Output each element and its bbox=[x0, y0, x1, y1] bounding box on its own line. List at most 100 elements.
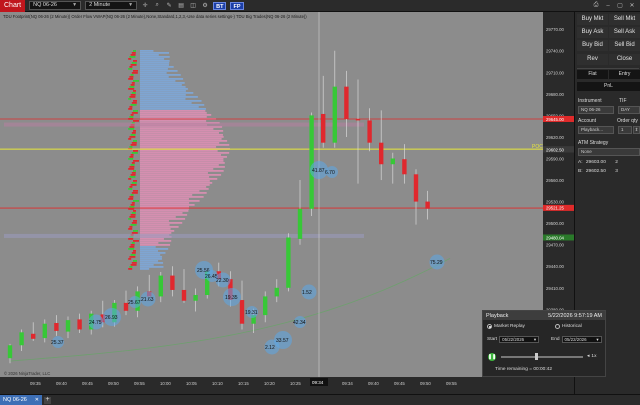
sell-ask-button[interactable]: Sell Ask bbox=[609, 27, 640, 38]
volume-profile-bar bbox=[140, 160, 224, 162]
playback-progress-thumb[interactable] bbox=[535, 353, 539, 360]
delta-bar bbox=[129, 266, 133, 268]
pause-button[interactable]: ❚❚ bbox=[488, 353, 496, 361]
template-icon[interactable]: ▤ bbox=[177, 2, 185, 10]
volume-profile-bar bbox=[140, 260, 159, 262]
volume-profile-bar bbox=[140, 140, 228, 142]
playback-header[interactable]: Playback 5/22/2026 9:57:19 AM bbox=[483, 311, 605, 320]
bt-button[interactable]: BT bbox=[213, 1, 227, 10]
zoom-icon[interactable]: ⌕ bbox=[153, 2, 161, 10]
playback-window[interactable]: Playback 5/22/2026 9:57:19 AM Market Rep… bbox=[482, 310, 606, 377]
calendar-icon[interactable]: ▾ bbox=[534, 337, 536, 342]
qty-stepper-icon[interactable]: ⇕ bbox=[633, 126, 640, 134]
delta-bar bbox=[129, 216, 136, 218]
delta-bar bbox=[130, 244, 135, 246]
reverse-button[interactable]: Rev bbox=[577, 54, 608, 65]
delta-bar bbox=[130, 254, 136, 256]
calendar-icon[interactable]: ▾ bbox=[596, 337, 598, 342]
delta-bar bbox=[130, 154, 134, 156]
instrument-selector[interactable]: NQ 06-26 ▼ bbox=[29, 1, 82, 10]
bid-label: B: bbox=[578, 169, 583, 174]
volume-profile-bar bbox=[140, 220, 169, 222]
delta-bar bbox=[130, 224, 137, 226]
volume-profile-bar bbox=[140, 62, 170, 64]
data-icon[interactable]: ◫ bbox=[189, 2, 197, 10]
volume-profile-bar bbox=[140, 78, 184, 80]
volume-profile-bar bbox=[140, 68, 168, 70]
pencil-icon[interactable]: ✎ bbox=[165, 2, 173, 10]
close-position-button[interactable]: Close bbox=[609, 54, 640, 65]
volume-profile-bar bbox=[140, 110, 206, 112]
time-axis-label: 09:45 bbox=[82, 381, 93, 386]
buy-market-button[interactable]: Buy Mkt bbox=[577, 14, 608, 25]
delta-bar bbox=[133, 140, 137, 142]
time-axis-label: 09:40 bbox=[368, 381, 379, 386]
price-axis-label: 29770.00 bbox=[546, 27, 565, 32]
big-trade-label: 33.57 bbox=[276, 338, 289, 344]
atm-strategy-label: ATM Strategy bbox=[578, 140, 609, 146]
delta-bar bbox=[130, 204, 135, 206]
delta-bar bbox=[130, 184, 137, 186]
sell-market-button[interactable]: Sell Mkt bbox=[609, 14, 640, 25]
account-select[interactable]: Playback... bbox=[578, 126, 614, 134]
vwap-line bbox=[9, 257, 451, 362]
playback-progress-track[interactable] bbox=[501, 356, 583, 358]
volume-profile-bar bbox=[140, 50, 154, 52]
sell-bid-button[interactable]: Sell Bid bbox=[609, 40, 640, 51]
volume-profile-bar bbox=[140, 200, 200, 202]
speed-control[interactable]: ◂ 1x bbox=[587, 354, 597, 359]
tab-label: NQ 06-26 bbox=[3, 397, 27, 403]
price-axis-label: 29590.00 bbox=[546, 156, 565, 161]
close-tab-icon[interactable]: ✕ bbox=[35, 395, 39, 405]
big-trade-label: 25.67 bbox=[128, 300, 141, 306]
candle-body bbox=[193, 294, 198, 301]
crosshair-icon[interactable]: ✛ bbox=[141, 2, 149, 10]
volume-profile-bar bbox=[140, 150, 218, 152]
volume-profile-bar bbox=[140, 186, 207, 188]
speed-slider-icon[interactable]: ◂ bbox=[587, 354, 589, 359]
interval-selector[interactable]: 2 Minute ▼ bbox=[85, 1, 138, 10]
candle-body bbox=[425, 201, 430, 209]
delta-bar bbox=[133, 60, 137, 62]
tab-nq-06-26[interactable]: NQ 06-26 ✕ bbox=[0, 395, 42, 405]
close-icon[interactable]: ✕ bbox=[628, 2, 636, 9]
atm-strategy-select[interactable]: None bbox=[578, 148, 640, 156]
tif-select[interactable]: DAY bbox=[618, 106, 640, 114]
delta-bar bbox=[128, 158, 134, 160]
radio-icon[interactable] bbox=[555, 324, 560, 329]
delta-bar bbox=[129, 206, 135, 208]
print-icon[interactable]: ⎙ bbox=[592, 2, 600, 9]
fp-button[interactable]: FP bbox=[230, 1, 244, 10]
delta-bar bbox=[130, 64, 137, 66]
volume-profile-bar bbox=[140, 128, 214, 130]
big-trade-label: 24.75 bbox=[89, 320, 102, 326]
delta-bar bbox=[133, 170, 136, 172]
buy-ask-button[interactable]: Buy Ask bbox=[577, 27, 608, 38]
end-date-field[interactable]: 05/22/2026 ▾ bbox=[561, 336, 602, 343]
big-trade-label: 26.93 bbox=[105, 315, 118, 321]
start-date-field[interactable]: 05/22/2026 ▾ bbox=[499, 336, 540, 343]
volume-profile-bar bbox=[140, 164, 219, 166]
order-qty-field[interactable]: 1 bbox=[618, 126, 632, 134]
order-qty-label: Order qty bbox=[617, 118, 638, 124]
volume-profile-bar bbox=[140, 188, 209, 190]
maximize-icon[interactable]: ▢ bbox=[616, 2, 624, 9]
delta-bar bbox=[133, 240, 139, 242]
big-trade-label: 2.12 bbox=[265, 345, 275, 351]
market-replay-option[interactable]: Market Replay bbox=[487, 324, 525, 329]
buy-bid-button[interactable]: Buy Bid bbox=[577, 40, 608, 51]
volume-profile-bar bbox=[140, 70, 178, 72]
ask-row: A: 29603.00 2 bbox=[578, 160, 618, 165]
volume-profile-bar bbox=[140, 194, 193, 196]
poc-label: POC bbox=[532, 144, 543, 150]
minimize-icon[interactable]: – bbox=[604, 3, 612, 9]
instrument-field[interactable]: NQ 06-26 bbox=[578, 106, 614, 114]
delta-bar bbox=[129, 86, 135, 88]
delta-bar bbox=[128, 258, 132, 260]
historical-option[interactable]: Historical bbox=[555, 324, 582, 329]
radio-selected-icon[interactable] bbox=[487, 324, 492, 329]
properties-icon[interactable]: ⚙ bbox=[201, 2, 209, 10]
volume-profile-bar bbox=[140, 154, 221, 156]
add-tab-button[interactable]: + bbox=[44, 396, 51, 404]
delta-bar bbox=[129, 146, 133, 148]
